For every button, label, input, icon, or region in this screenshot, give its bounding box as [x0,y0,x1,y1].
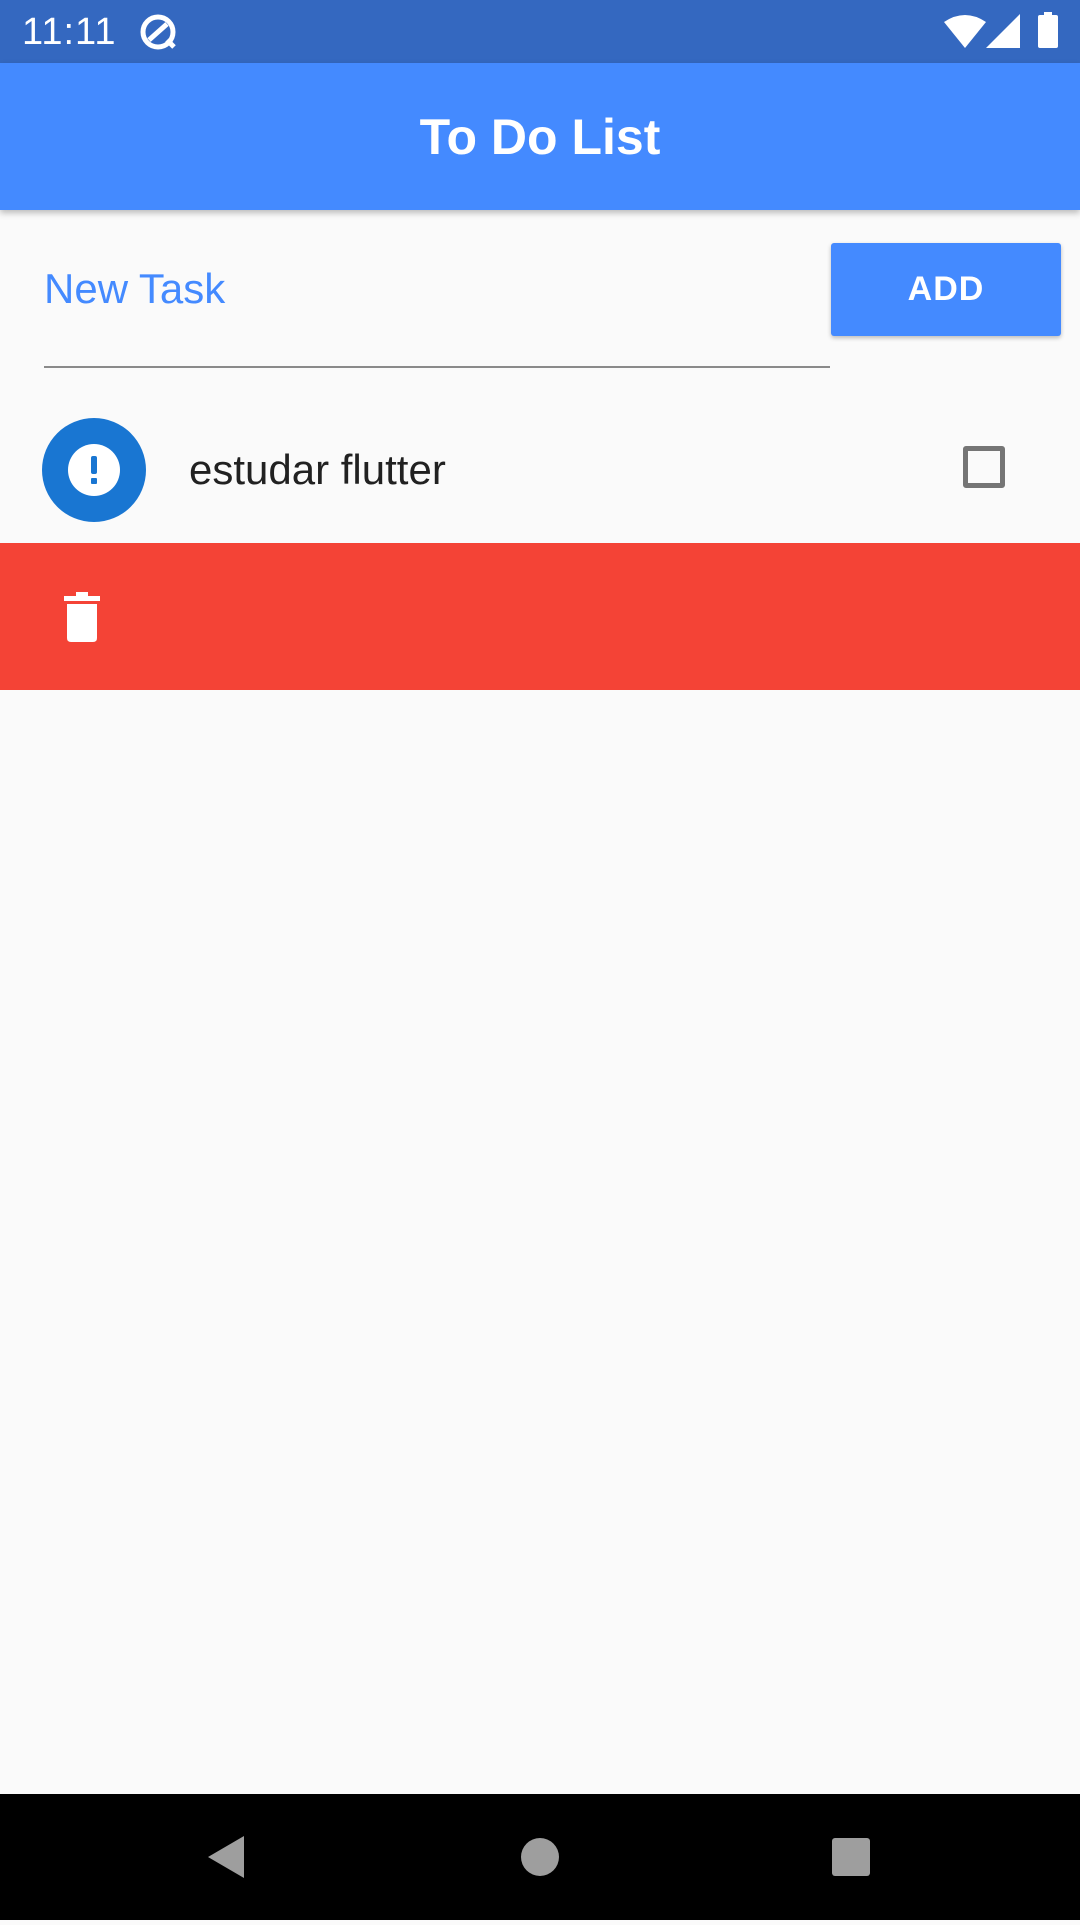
trash-icon [62,592,102,647]
signal-icon [986,14,1020,53]
app-bar: To Do List [0,63,1080,210]
wifi-icon [944,14,986,53]
new-task-input[interactable] [44,248,830,368]
navigation-bar [0,1794,1080,1920]
task-title: estudar flutter [189,446,446,493]
add-button[interactable]: ADD [831,243,1061,336]
exclamation-icon [68,444,120,496]
task-checkbox[interactable] [963,446,1005,488]
sync-icon [138,12,180,57]
back-icon[interactable] [204,1794,246,1920]
list-item[interactable]: estudar flutter [0,400,1080,540]
dismiss-background [0,543,1080,690]
battery-icon [1038,12,1058,53]
page-title: To Do List [419,109,661,165]
status-bar: 11:11 [0,0,1080,63]
task-avatar [42,418,146,522]
home-icon[interactable] [520,1794,560,1920]
recents-icon[interactable] [831,1794,871,1920]
status-time: 11:11 [22,11,117,53]
